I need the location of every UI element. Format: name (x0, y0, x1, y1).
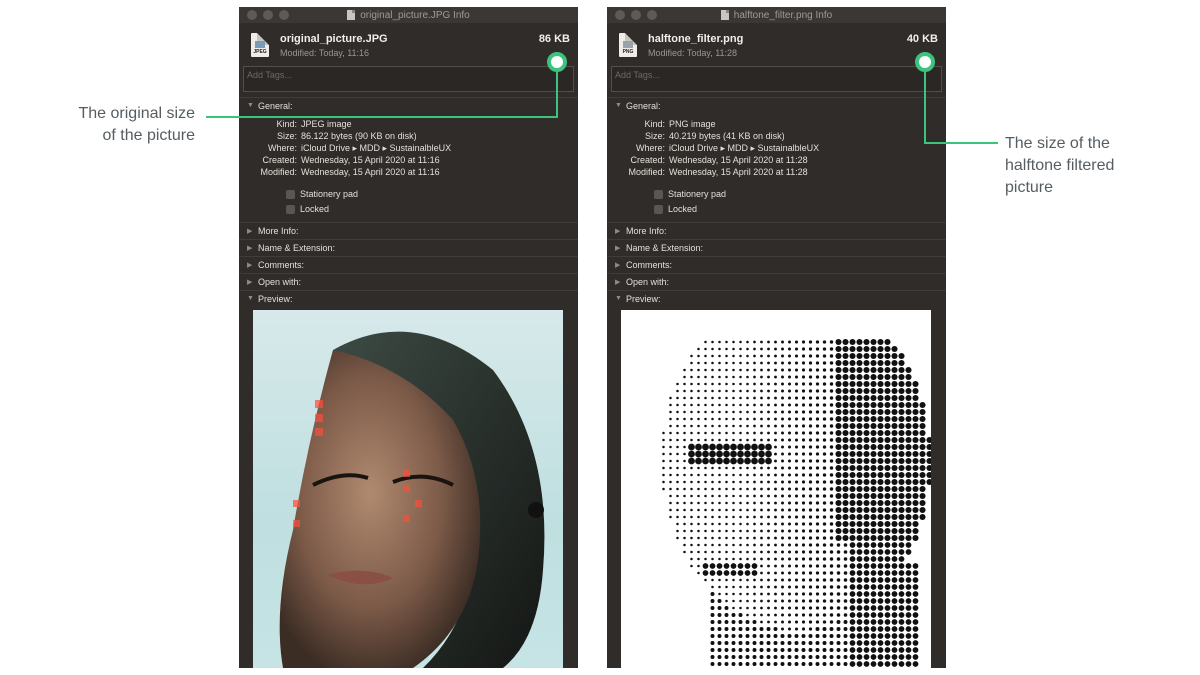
callout-marker-icon (915, 52, 935, 72)
callout-line-left (206, 62, 558, 118)
callout-line-right (924, 62, 998, 144)
callout-marker-icon (547, 52, 567, 72)
callout-overlay (206, 52, 998, 144)
